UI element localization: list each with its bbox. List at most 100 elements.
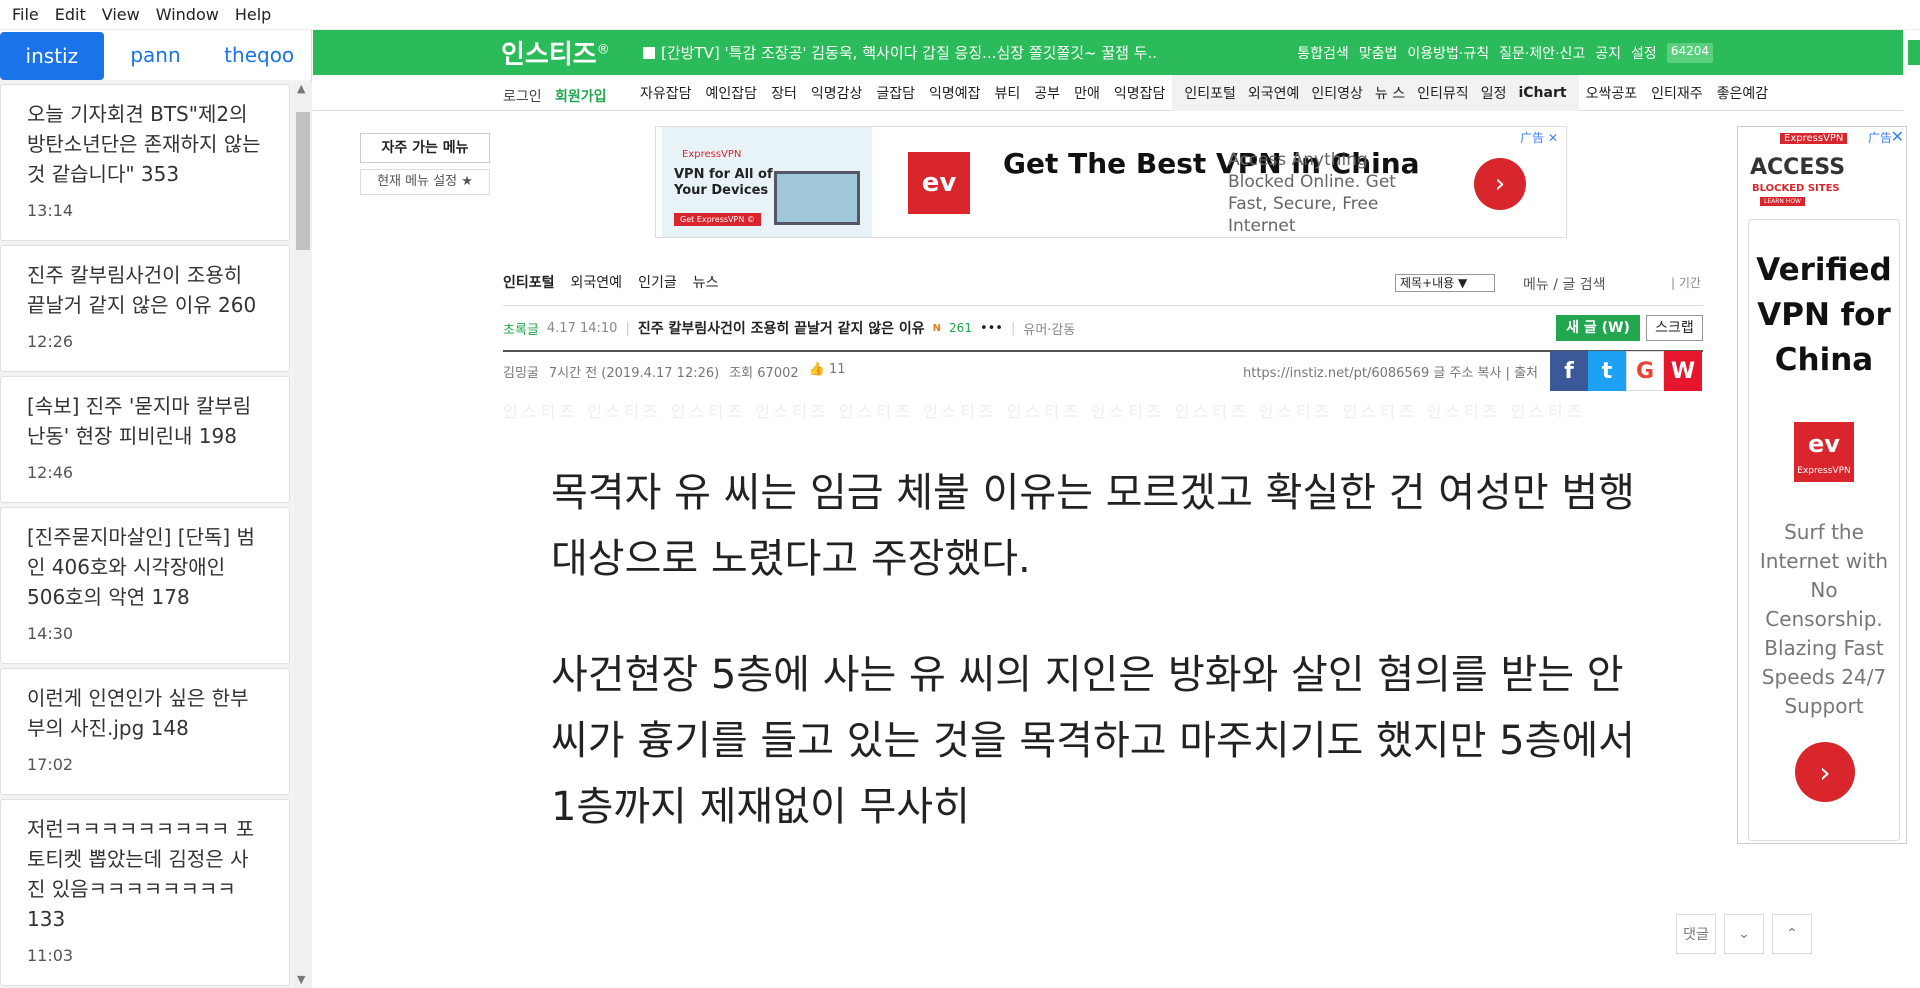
scroll-up-icon[interactable]: ▲ [297,82,305,95]
side-ad[interactable]: ExpressVPN ACCESS BLOCKED SITES LEARN HO… [1737,126,1907,844]
list-item-title: 이런게 인연인가 싶은 한부부의 사진.jpg 148 [27,686,249,740]
news-ticker[interactable]: [간방TV] '특감 조장공' 김동욱, 핵사이다 갑질 응징...심장 쫄깃쫄… [643,42,1157,63]
menu-window[interactable]: Window [148,5,227,24]
list-item[interactable]: [속보] 진주 '묻지마 칼부림 난동' 현장 피비린내 198 12:46 [0,376,290,503]
list-item[interactable]: 오늘 기자회견 BTS"제2의 방탄소년단은 존재하지 않는 것 같습니다" 3… [0,84,290,241]
board-link[interactable]: 외국연예 [571,272,623,292]
cat-link[interactable]: 인티영상 [1305,83,1369,103]
new-post-button[interactable]: 새 글 (W) [1556,315,1640,341]
menu-view[interactable]: View [94,5,148,24]
board-link[interactable]: 인티포털 [503,272,555,292]
post-title[interactable]: 진주 칼부림사건이 조용히 끝날거 같지 않은 이유 [638,318,925,338]
post-views: 조회 67002 [729,366,799,381]
list-item[interactable]: 이런게 인연인가 싶은 한부부의 사진.jpg 148 17:02 [0,668,290,795]
header-edge [1908,40,1920,65]
list-item[interactable]: [진주묻지마살인] [단독] 범인 406호와 시각장애인 506호의 악연 1… [0,507,290,664]
scroll-down-icon[interactable]: ▼ [297,973,305,986]
post-meta: 김밍굴 7시간 전 (2019.4.17 12:26) 조회 67002 👍 1… [503,362,846,381]
cat-link[interactable]: 공부 [1027,83,1067,103]
side-ad-text: Surf the Internet with No Censorship. Bl… [1759,520,1889,718]
toplink-settings[interactable]: 설정 [1631,43,1657,63]
list-item[interactable]: 진주 칼부림사건이 조용히 끝날거 같지 않은 이유 260 12:26 [0,245,290,372]
cat-link[interactable]: 오싹공포 [1579,83,1645,103]
side-ad-arrow-button[interactable]: › [1795,742,1855,802]
menu-setting-button[interactable]: 현재 메뉴 설정 ★ [360,169,490,195]
tab-instiz[interactable]: instiz [0,32,104,80]
twitter-icon[interactable]: t [1588,351,1626,391]
list-item-title: 오늘 기자회견 BTS"제2의 방탄소년단은 존재하지 않는 것 같습니다" 3… [27,102,261,186]
side-ad-brand: ExpressVPN [1780,133,1848,144]
scrap-button[interactable]: 스크랩 [1646,315,1703,341]
scroll-up-button[interactable]: ⌃ [1772,914,1812,954]
menu-help[interactable]: Help [227,5,279,24]
more-icon[interactable]: ••• [980,321,1003,336]
list-item-title: [진주묻지마살인] [단독] 범인 406호와 시각장애인 506호의 악연 1… [27,525,255,609]
google-icon[interactable]: G [1626,351,1664,391]
post-likes[interactable]: 👍 11 [809,362,846,381]
site-logo[interactable]: 인스티즈® [501,34,610,71]
cat-link[interactable]: 만애 [1067,83,1107,103]
login-link[interactable]: 로그인 [503,86,542,106]
menu-file[interactable]: File [4,5,47,24]
board-link[interactable]: 뉴스 [693,272,719,292]
board-nav: 인티포털 외국연예 인기글 뉴스 [503,272,718,292]
cat-link[interactable]: 뉴 스 [1369,83,1411,103]
weibo-icon[interactable]: W [1664,351,1702,391]
banner-ad[interactable]: ExpressVPN VPN for All of Your Devices G… [655,126,1567,238]
join-link[interactable]: 회원가입 [555,86,607,106]
cat-link[interactable]: 일정 [1475,83,1513,103]
period-filter[interactable]: | 기간 [1671,274,1701,291]
board-search-input[interactable]: 메뉴 / 글 검색 [1523,274,1605,294]
toplink-qna[interactable]: 질문·제안·신고 [1499,43,1585,63]
close-icon[interactable]: ✕ [1891,127,1904,146]
side-ad-label[interactable]: 广告 [1868,129,1892,146]
post-category[interactable]: 유머·감동 [1023,319,1075,338]
source-tabs: instiz pann theqoo [0,30,311,80]
post-author[interactable]: 김밍굴 [503,362,539,381]
menu-edit[interactable]: Edit [47,5,94,24]
cat-link[interactable]: 익명잡담 [1107,83,1173,103]
side-ad-access: ACCESS [1750,155,1846,180]
facebook-icon[interactable]: f [1550,351,1588,391]
scroll-down-button[interactable]: ⌄ [1724,914,1764,954]
ad-image-text: VPN for All of Your Devices [674,167,773,198]
cat-link[interactable]: 인티포털 [1178,83,1242,103]
list-item[interactable]: 저런ㅋㅋㅋㅋㅋㅋㅋㅋㅋ 포토티켓 뽑았는데 김정은 사진 있음ㅋㅋㅋㅋㅋㅋㅋㅋ … [0,799,290,986]
watermark: 인스티즈 인스티즈 인스티즈 인스티즈 인스티즈 인스티즈 인스티즈 인스티즈 … [503,402,1586,421]
cat-link[interactable]: 자유잡담 [633,83,699,103]
ad-close-label[interactable]: 广告 ✕ [1520,129,1558,146]
post-url[interactable]: https://instiz.net/pt/6086569 글 주소 복사 | … [1243,362,1538,381]
comment-count: 261 [949,321,972,335]
tab-pann[interactable]: pann [104,30,208,80]
post-body: 목격자 유 씨는 임금 체불 이유는 모르겠고 확실한 건 여성만 범행 대상으… [551,460,1671,890]
side-ad-blocked: BLOCKED SITES [1752,183,1840,194]
toplink-spell[interactable]: 맞춤법 [1359,43,1398,63]
toplink-notice[interactable]: 공지 [1595,43,1621,63]
sidebar-scrollbar[interactable]: ▲ ▼ [294,82,312,988]
board-link[interactable]: 인기글 [638,272,677,292]
comment-button[interactable]: 댓글 [1676,914,1716,954]
ichart-link[interactable]: iChart [1512,85,1572,101]
ad-arrow-button[interactable]: › [1474,158,1526,210]
cat-link[interactable]: 좋은예감 [1710,83,1776,103]
scrollbar-thumb[interactable] [296,112,310,250]
tab-theqoo[interactable]: theqoo [207,30,311,80]
cat-link[interactable]: 익명감상 [804,83,870,103]
search-type-select[interactable]: 제목+내용 ▼ [1395,274,1495,292]
cat-link[interactable]: 예인잡담 [699,83,765,103]
cat-link[interactable]: 뷰티 [988,83,1028,103]
post-paragraph: 목격자 유 씨는 임금 체불 이유는 모르겠고 확실한 건 여성만 범행 대상으… [551,470,1635,582]
cat-link[interactable]: 장터 [764,83,804,103]
expressvpn-logo-icon: ev [908,152,970,214]
cat-link[interactable]: 외국연예 [1242,83,1306,103]
post-title-row: 초록글 4.17 14:10 | 진주 칼부림사건이 조용히 끝날거 같지 않은… [503,318,1075,338]
toplink-rules[interactable]: 이용방법·규칙 [1407,43,1489,63]
favorite-menu-button[interactable]: 자주 가는 메뉴 [360,133,490,163]
cat-link[interactable]: 글잡담 [869,83,922,103]
ad-subtext: Access Anything Blocked Online. Get Fast… [1228,150,1396,236]
cat-link[interactable]: 익명예잡 [922,83,988,103]
cat-link[interactable]: 인티뮤직 [1411,83,1475,103]
cat-link[interactable]: 인티재주 [1644,83,1710,103]
toplink-search[interactable]: 통합검색 [1297,43,1349,63]
list-item-time: 12:26 [27,332,74,351]
